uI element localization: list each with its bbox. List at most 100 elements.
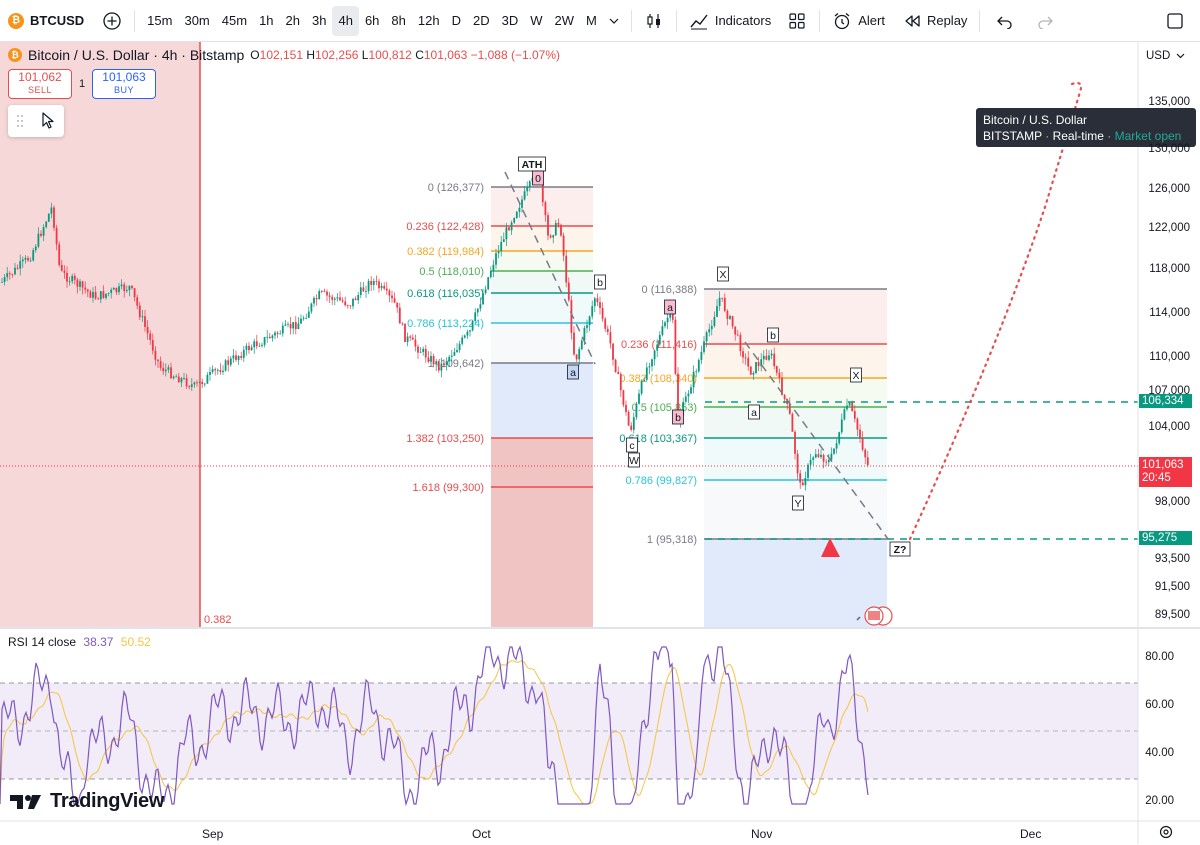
- price-tick-label: 118,000: [1149, 263, 1190, 275]
- legend-title[interactable]: Bitcoin / U.S. Dollar · 4h · Bitstamp: [28, 47, 244, 63]
- candle-body: [757, 362, 760, 367]
- candle-body: [502, 239, 505, 243]
- interval-2h[interactable]: 2h: [280, 6, 306, 36]
- candle-body: [417, 346, 419, 353]
- candle-body: [227, 360, 230, 365]
- candle-body: [354, 298, 357, 301]
- fib-level-label: 0.5 (105,853): [632, 402, 697, 414]
- drag-handle-icon[interactable]: [16, 114, 24, 128]
- chevron-down-icon: [609, 18, 619, 24]
- candle-body: [731, 316, 734, 327]
- candle-body: [185, 378, 188, 387]
- candle-body: [34, 246, 37, 251]
- price-chart[interactable]: 0 (126,377) 0.236 (122,428) 0.382 (119,984…: [0, 42, 1200, 844]
- candle-body: [24, 257, 27, 260]
- tradingview-logo[interactable]: TradingView: [10, 790, 164, 813]
- order-quantity[interactable]: 1: [79, 78, 85, 90]
- candle-body: [47, 213, 50, 222]
- currency-selector[interactable]: USD: [1140, 45, 1191, 67]
- interval-dropdown-button[interactable]: [603, 6, 625, 36]
- time-tick-label: Sep: [202, 827, 224, 841]
- candles-icon: [647, 13, 660, 28]
- candle-body: [419, 352, 422, 353]
- chart-type-button[interactable]: [638, 6, 670, 36]
- settings-button[interactable]: [1158, 824, 1174, 845]
- toolbar-divider: [134, 9, 136, 32]
- candle-body: [281, 325, 284, 334]
- tooltip-title: Bitcoin / U.S. Dollar: [983, 113, 1088, 127]
- undo-button[interactable]: [990, 6, 1020, 36]
- candle-body: [424, 348, 427, 358]
- redo-button[interactable]: [1030, 6, 1060, 36]
- candle-body: [848, 402, 851, 406]
- candle-body: [326, 291, 328, 296]
- fib-level-label: 0.786 (99,827): [625, 475, 697, 487]
- interval-2d[interactable]: 2D: [467, 6, 496, 36]
- candle-body: [500, 242, 503, 252]
- interval-1h[interactable]: 1h: [253, 6, 279, 36]
- interval-4h[interactable]: 4h: [332, 5, 359, 36]
- candle-body: [515, 211, 518, 218]
- interval-m[interactable]: M: [580, 6, 603, 36]
- plus-circle-icon: [103, 11, 121, 30]
- sell-button[interactable]: 101,062 SELL: [8, 69, 72, 99]
- candle-body: [458, 343, 461, 351]
- fib-level-label: 1 (95,318): [647, 534, 697, 546]
- interval-12h[interactable]: 12h: [412, 6, 446, 36]
- buy-button[interactable]: 101,063 BUY: [92, 69, 156, 99]
- indicators-button[interactable]: Indicators: [683, 6, 777, 36]
- rsi-legend[interactable]: RSI 14 close 38.37 50.52: [8, 635, 151, 649]
- candle-body: [651, 359, 653, 367]
- interval-30m[interactable]: 30m: [178, 6, 215, 36]
- candle-body: [448, 356, 451, 362]
- candle-body: [196, 382, 198, 384]
- interval-w[interactable]: W: [524, 6, 548, 36]
- alert-button[interactable]: Alert: [826, 6, 891, 36]
- symbol-search-button[interactable]: ₿ BTCUSD: [0, 6, 90, 36]
- close-value: 101,063: [423, 48, 468, 62]
- cursor-arrow-icon[interactable]: [40, 112, 56, 130]
- candle-body: [736, 334, 739, 336]
- candle-body: [294, 322, 297, 330]
- candle-body: [864, 449, 867, 458]
- interval-6h[interactable]: 6h: [359, 6, 385, 36]
- interval-d[interactable]: D: [446, 6, 467, 36]
- candle-body: [580, 340, 583, 350]
- bitcoin-icon: ₿: [8, 12, 24, 29]
- fib-zone: [491, 293, 593, 323]
- price-tick-label: 91,500: [1154, 581, 1190, 593]
- candle-body: [404, 323, 406, 342]
- interval-8h[interactable]: 8h: [385, 6, 411, 36]
- fullscreen-button[interactable]: [1160, 6, 1190, 36]
- candle-body: [79, 281, 81, 287]
- candle-body: [310, 303, 313, 312]
- candle-body: [292, 322, 295, 329]
- candle-body: [99, 291, 102, 300]
- candle-body: [562, 235, 565, 256]
- candle-body: [476, 308, 479, 313]
- candle-body: [461, 337, 464, 344]
- candle-body: [632, 417, 635, 430]
- candle-body: [703, 341, 705, 352]
- candle-body: [263, 337, 266, 345]
- interval-3d[interactable]: 3D: [496, 6, 525, 36]
- replay-button[interactable]: Replay: [897, 6, 973, 36]
- candle-body: [203, 383, 206, 385]
- tooltip-status: Market open: [1114, 129, 1182, 143]
- interval-3h[interactable]: 3h: [306, 6, 332, 36]
- candle-body: [697, 359, 700, 372]
- candle-body: [154, 350, 157, 360]
- candle-body: [593, 298, 596, 307]
- interval-15m[interactable]: 15m: [141, 6, 178, 36]
- interval-2w[interactable]: 2W: [549, 6, 581, 36]
- toolbar-divider: [979, 9, 981, 32]
- candle-body: [341, 300, 344, 302]
- replay-label: Replay: [926, 13, 968, 28]
- layouts-button[interactable]: [781, 6, 813, 36]
- candle-body: [825, 461, 828, 463]
- candle-body: [573, 332, 575, 355]
- interval-45m[interactable]: 45m: [216, 6, 253, 36]
- candle-body: [123, 284, 126, 292]
- candle-body: [765, 355, 768, 360]
- compare-add-button[interactable]: [96, 6, 128, 36]
